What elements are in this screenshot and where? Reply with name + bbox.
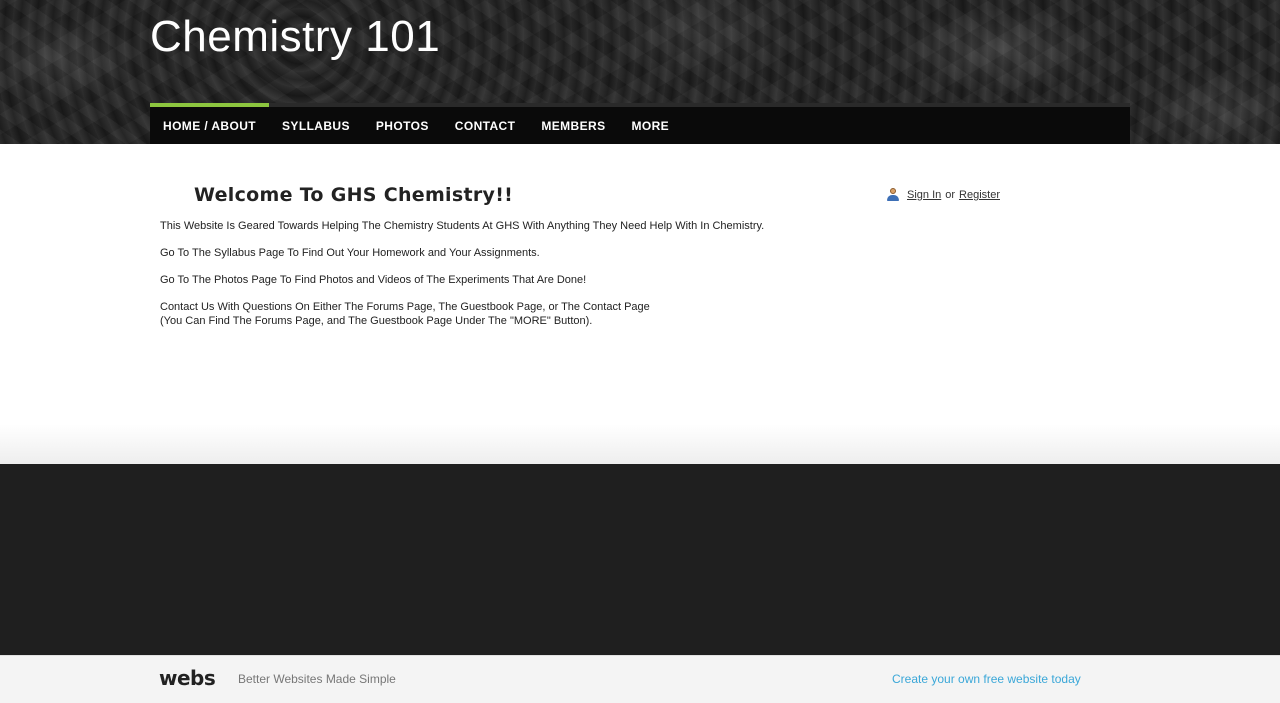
nav-item-home-about[interactable]: HOME / ABOUT xyxy=(150,103,270,144)
main-content: Welcome To GHS Chemistry!! This Website … xyxy=(0,144,1280,464)
intro-text: This Website Is Geared Towards Helping T… xyxy=(160,219,830,341)
nav-item-photos[interactable]: PHOTOS xyxy=(363,107,442,144)
main-nav: HOME / ABOUT SYLLABUS PHOTOS CONTACT MEM… xyxy=(150,103,1130,144)
register-link[interactable]: Register xyxy=(959,189,1000,201)
site-title[interactable]: Chemistry 101 xyxy=(150,12,440,62)
contact-line: Contact Us With Questions On Either The … xyxy=(160,301,650,313)
nav-item-syllabus[interactable]: SYLLABUS xyxy=(269,107,363,144)
more-button-note: (You Can Find The Forums Page, and The G… xyxy=(160,315,593,327)
intro-paragraph: This Website Is Geared Towards Helping T… xyxy=(160,220,765,232)
nav-item-more[interactable]: MORE xyxy=(618,107,682,144)
dark-footer-band xyxy=(0,464,1280,655)
auth-links: Sign In or Register xyxy=(886,188,1000,202)
webs-logo[interactable]: webs xyxy=(159,666,216,690)
syllabus-paragraph: Go To The Syllabus Page To Find Out Your… xyxy=(160,247,540,259)
footer-tagline: Better Websites Made Simple xyxy=(238,672,396,686)
nav-item-contact[interactable]: CONTACT xyxy=(442,107,529,144)
nav-item-members[interactable]: MEMBERS xyxy=(528,107,618,144)
welcome-heading: Welcome To GHS Chemistry!! xyxy=(194,184,514,206)
site-header: Chemistry 101 HOME / ABOUT SYLLABUS PHOT… xyxy=(0,0,1280,144)
contact-paragraph: Contact Us With Questions On Either The … xyxy=(160,300,830,328)
user-icon xyxy=(886,188,900,202)
create-website-link[interactable]: Create your own free website today xyxy=(892,672,1081,686)
photos-paragraph: Go To The Photos Page To Find Photos and… xyxy=(160,274,587,286)
sign-in-link[interactable]: Sign In xyxy=(907,189,941,201)
webs-footer: webs Better Websites Made Simple Create … xyxy=(0,655,1280,703)
or-label: or xyxy=(945,189,956,201)
